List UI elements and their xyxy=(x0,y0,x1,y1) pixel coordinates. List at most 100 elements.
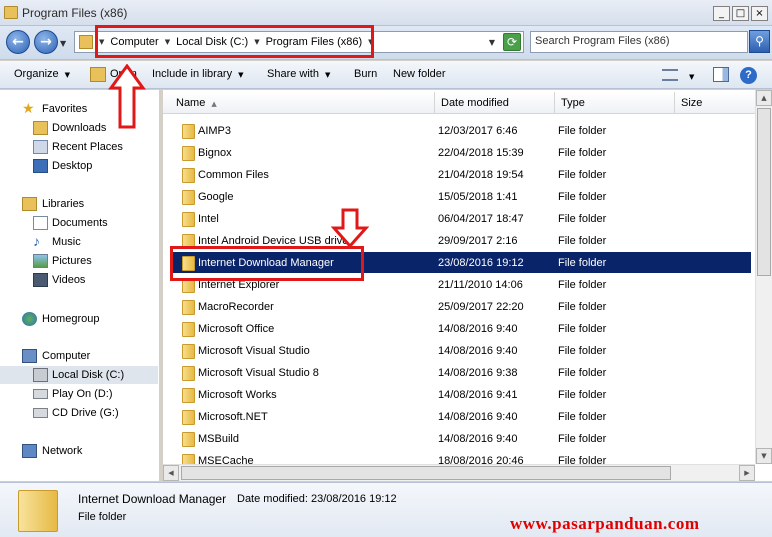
vertical-scrollbar[interactable]: ▲ ▼ xyxy=(755,90,772,464)
file-type: File folder xyxy=(558,147,607,159)
file-list: Name ▲ Date modified Type Size AIMP3 12/03… xyxy=(163,90,772,481)
help-icon[interactable]: ? xyxy=(740,67,757,84)
file-type: File folder xyxy=(558,169,607,181)
forward-button[interactable]: → xyxy=(34,30,58,54)
sidebar-item-homegroup[interactable]: Homegroup xyxy=(0,310,158,328)
folder-icon xyxy=(182,322,195,337)
scroll-left-arrow-icon[interactable]: ◀ xyxy=(163,465,179,481)
close-button[interactable]: × xyxy=(751,6,768,21)
scroll-up-arrow-icon[interactable]: ▲ xyxy=(756,90,772,106)
scroll-down-arrow-icon[interactable]: ▼ xyxy=(756,448,772,464)
downloads-folder-icon xyxy=(33,121,48,135)
sidebar-item-label: Local Disk (C:) xyxy=(52,369,125,381)
details-type: File folder xyxy=(78,511,127,523)
file-type: File folder xyxy=(558,301,607,313)
column-header-size[interactable]: Size xyxy=(675,92,755,114)
file-type: File folder xyxy=(558,235,607,247)
table-row[interactable]: Common Files 21/04/2018 19:54 File folder xyxy=(169,164,751,185)
horizontal-scrollbar[interactable]: ◀ ▶ xyxy=(163,464,755,481)
documents-icon xyxy=(33,216,48,230)
table-row[interactable]: MSBuild 14/08/2016 9:40 File folder xyxy=(169,428,751,449)
scroll-thumb[interactable] xyxy=(757,108,771,276)
file-name: Microsoft Office xyxy=(198,323,275,335)
breadcrumb-highlight-box xyxy=(95,25,374,58)
sidebar-item-local-disk[interactable]: Local Disk (C:) xyxy=(0,366,158,384)
refresh-icon[interactable]: ⟳ xyxy=(503,33,521,51)
file-type: File folder xyxy=(558,125,607,137)
burn-button[interactable]: Burn xyxy=(354,68,377,80)
new-folder-button[interactable]: New folder xyxy=(393,68,446,80)
details-pane: Internet Download Manager Date modified:… xyxy=(0,482,772,537)
column-headers: Name ▲ Date modified Type Size xyxy=(163,92,755,114)
sidebar-item-play-on[interactable]: Play On (D:) xyxy=(0,385,158,403)
folder-icon xyxy=(182,190,195,205)
file-name: Microsoft Visual Studio 8 xyxy=(198,367,319,379)
table-row[interactable]: Microsoft.NET 14/08/2016 9:40 File folder xyxy=(169,406,751,427)
sidebar-item-videos[interactable]: Videos xyxy=(0,271,158,289)
share-with-button[interactable]: Share with ▼ xyxy=(267,68,330,80)
sidebar-item-music[interactable]: ♪ Music xyxy=(0,233,158,251)
sidebar-item-documents[interactable]: Documents xyxy=(0,214,158,232)
file-type: File folder xyxy=(558,323,607,335)
sidebar-item-label: Play On (D:) xyxy=(52,388,113,400)
table-row[interactable]: MacroRecorder 25/09/2017 22:20 File folder xyxy=(169,296,751,317)
table-row[interactable]: Bignox 22/04/2018 15:39 File folder xyxy=(169,142,751,163)
drive-icon xyxy=(33,389,48,399)
sidebar-item-recent-places[interactable]: Recent Places xyxy=(0,138,158,156)
sidebar-item-libraries[interactable]: Libraries xyxy=(0,195,158,213)
preview-pane-icon[interactable] xyxy=(713,67,729,82)
details-name: Internet Download Manager xyxy=(78,492,227,506)
table-row[interactable]: Microsoft Visual Studio 14/08/2016 9:40 Fi… xyxy=(169,340,751,361)
organize-button[interactable]: Organize ▼ xyxy=(14,68,70,80)
file-date: 23/08/2016 19:12 xyxy=(438,257,524,269)
table-row[interactable]: Microsoft Works 14/08/2016 9:41 File folde… xyxy=(169,384,751,405)
cd-drive-icon xyxy=(33,408,48,418)
maximize-button[interactable]: □ xyxy=(732,6,749,21)
window-title: Program Files (x86) xyxy=(22,6,128,20)
scroll-thumb[interactable] xyxy=(181,466,671,480)
file-date: 14/08/2016 9:40 xyxy=(438,411,518,423)
minimize-button[interactable]: _ xyxy=(713,6,730,21)
folder-icon xyxy=(182,300,195,315)
sidebar-item-computer[interactable]: Computer xyxy=(0,347,158,365)
table-row[interactable]: Intel 06/04/2017 18:47 File folder xyxy=(169,208,751,229)
folder-icon xyxy=(182,146,195,161)
sidebar-item-desktop[interactable]: Desktop xyxy=(0,157,158,175)
scroll-right-arrow-icon[interactable]: ▶ xyxy=(739,465,755,481)
folder-icon xyxy=(182,168,195,183)
sidebar-item-pictures[interactable]: Pictures xyxy=(0,252,158,270)
sidebar-item-label: Favorites xyxy=(42,103,88,115)
sidebar-item-label: Network xyxy=(42,445,83,457)
up-arrow-icon xyxy=(108,64,146,129)
table-row[interactable]: Microsoft Office 14/08/2016 9:40 File fold… xyxy=(169,318,751,339)
file-date: 21/04/2018 19:54 xyxy=(438,169,524,181)
table-row[interactable]: Microsoft Visual Studio 8 14/08/2016 9:38… xyxy=(169,362,751,383)
view-dropdown[interactable]: ▼ xyxy=(689,70,694,82)
folder-icon xyxy=(182,410,195,425)
back-button[interactable]: ← xyxy=(6,30,30,54)
recent-pages-dropdown[interactable]: ▼ xyxy=(60,39,66,48)
file-date: 29/09/2017 2:16 xyxy=(438,235,518,247)
column-header-name[interactable]: Name ▲ xyxy=(170,92,435,114)
search-input[interactable]: Search Program Files (x86) xyxy=(530,31,748,53)
network-icon xyxy=(22,444,37,458)
sidebar-item-network[interactable]: Network xyxy=(0,442,158,460)
search-icon[interactable]: ⚲ xyxy=(749,30,770,53)
file-name: Intel xyxy=(198,213,219,225)
table-row[interactable]: AIMP3 12/03/2017 6:46 File folder xyxy=(169,120,751,141)
view-icon[interactable] xyxy=(662,69,678,81)
sidebar-item-cd-drive[interactable]: CD Drive (G:) xyxy=(0,404,158,422)
include-in-library-button[interactable]: Include in library ▼ xyxy=(152,68,243,80)
folder-icon xyxy=(182,366,195,381)
address-history-dropdown[interactable]: ▼ xyxy=(489,38,495,47)
recent-places-icon xyxy=(33,140,48,154)
include-label: Include in library xyxy=(152,68,233,80)
folder-icon xyxy=(182,388,195,403)
sidebar-item-label: Recent Places xyxy=(52,141,123,153)
column-header-date[interactable]: Date modified xyxy=(435,92,555,114)
column-header-type[interactable]: Type xyxy=(555,92,675,114)
file-type: File folder xyxy=(558,257,607,269)
table-row[interactable]: Google 15/05/2018 1:41 File folder xyxy=(169,186,751,207)
folder-icon xyxy=(182,124,195,139)
sidebar-item-label: CD Drive (G:) xyxy=(52,407,119,419)
